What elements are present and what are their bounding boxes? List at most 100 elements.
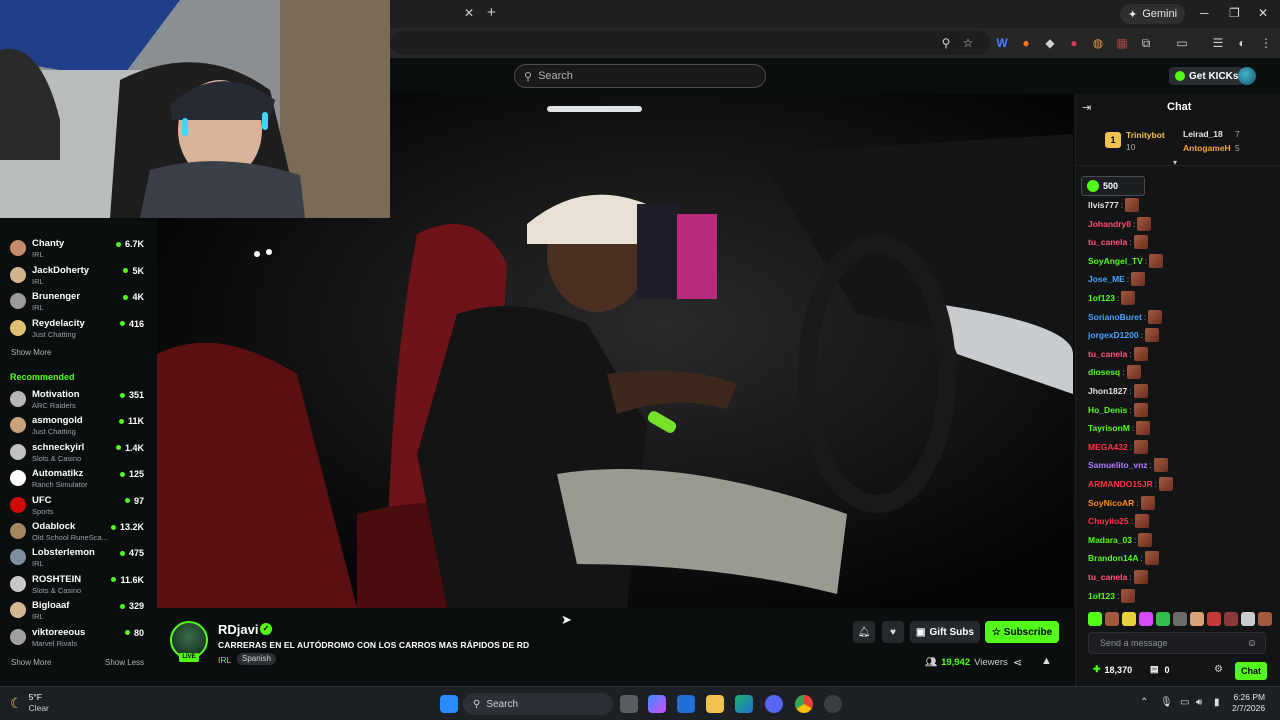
leaderboard-user[interactable]: AntogameH	[1183, 143, 1231, 153]
emote-icon[interactable]	[1241, 612, 1255, 626]
taskbar-search[interactable]: ⚲ Search	[463, 693, 613, 715]
show-less-button[interactable]: Show Less	[105, 658, 144, 667]
chat-username[interactable]: Chuyllo25	[1088, 516, 1129, 526]
channel-points[interactable]: ▤ 0	[1150, 664, 1170, 675]
window-close-button[interactable]: ✕	[1258, 6, 1268, 20]
emote-icon[interactable]	[1139, 612, 1153, 626]
chat-message[interactable]: 1of123:	[1088, 588, 1136, 604]
sidebar-channel-item[interactable]: Chanty IRL 6.7K	[10, 238, 148, 264]
weather-widget[interactable]: ☾ 5°F Clear	[10, 692, 49, 714]
chat-username[interactable]: tu_canela	[1088, 237, 1127, 247]
chat-username[interactable]: Samuelito_vnz	[1088, 460, 1148, 470]
chat-message[interactable]: tu_canela:	[1088, 234, 1148, 250]
volume-icon[interactable]: 🔊︎	[1196, 697, 1202, 708]
get-kicks-button[interactable]: Get KICKs	[1169, 67, 1245, 85]
extension-icon[interactable]: W	[992, 33, 1012, 53]
chat-message[interactable]: Chuyllo25:	[1088, 513, 1149, 529]
chat-username[interactable]: tu_canela	[1088, 572, 1127, 582]
sidebar-channel-item[interactable]: UFC Sports 97	[10, 495, 148, 521]
chat-username[interactable]: SorianoBuret	[1088, 312, 1142, 322]
sidebar-channel-item[interactable]: Bigloaaf IRL 329	[10, 600, 148, 626]
minimize-button[interactable]: ─	[1200, 6, 1209, 20]
chat-username[interactable]: llvis777	[1088, 200, 1119, 210]
extension-icon[interactable]: ●	[1016, 33, 1036, 53]
chat-username[interactable]: Johandry8	[1088, 219, 1131, 229]
search-input[interactable]: ⚲ Search	[514, 64, 766, 88]
bookmark-star-icon[interactable]: ☆	[958, 33, 978, 53]
chat-message[interactable]: SoyAngel_TV:	[1088, 253, 1164, 269]
maximize-button[interactable]: ❐	[1229, 6, 1240, 20]
extensions-puzzle-icon[interactable]: ⧉	[1136, 33, 1156, 53]
tray-overflow-icon[interactable]: ⌃	[1140, 697, 1148, 708]
discord-icon[interactable]	[765, 695, 783, 713]
sidebar-channel-item[interactable]: Reydelacity Just Chatting 416	[10, 318, 148, 344]
emote-icon[interactable]	[1258, 612, 1272, 626]
kicks-balance[interactable]: ✚ 18,370	[1093, 664, 1132, 675]
notification-bell-button[interactable]: 🔔︎	[853, 621, 875, 643]
leaderboard-user[interactable]: Leirad_18	[1183, 129, 1223, 139]
chat-message[interactable]: 1of123:	[1088, 290, 1136, 306]
chat-username[interactable]: 1of123	[1088, 591, 1115, 601]
show-more-button[interactable]: Show More	[11, 658, 51, 667]
collapse-chat-icon[interactable]: ⇥	[1082, 101, 1091, 114]
chat-message[interactable]: Ho_Denis:	[1088, 402, 1148, 418]
taskbar-clock[interactable]: 6:26 PM 2/7/2026	[1232, 692, 1265, 714]
new-tab-button[interactable]: +	[487, 4, 496, 21]
report-warning-icon[interactable]: ▲	[1041, 655, 1052, 667]
stream-language-tag[interactable]: Spanish	[237, 653, 276, 665]
sidebar-channel-item[interactable]: schneckyirl Slots & Casino 1.4K	[10, 442, 148, 468]
emote-icon[interactable]	[1088, 612, 1102, 626]
chat-message[interactable]: ARMANDO15JR:	[1088, 476, 1174, 492]
sidebar-channel-item[interactable]: asmongold Just Chatting 11K	[10, 415, 148, 441]
sidebar-channel-item[interactable]: JackDoherty IRL 5K	[10, 265, 148, 291]
profile-avatar-icon[interactable]: ◐	[1232, 33, 1252, 53]
address-bar[interactable]	[390, 31, 990, 55]
chat-username[interactable]: tu_canela	[1088, 349, 1127, 359]
share-icon[interactable]: ⋖	[1013, 656, 1022, 669]
network-icon[interactable]: ▭	[1180, 697, 1189, 708]
chat-settings-gear-icon[interactable]: ⚙	[1214, 664, 1223, 675]
emote-icon[interactable]	[1173, 612, 1187, 626]
battery-icon[interactable]: ▮	[1214, 697, 1220, 708]
edge-icon[interactable]	[735, 695, 753, 713]
chat-message[interactable]: MEGA432:	[1088, 439, 1149, 455]
chat-username[interactable]: SoyAngel_TV	[1088, 256, 1143, 266]
emote-icon[interactable]	[1224, 612, 1238, 626]
sidebar-channel-item[interactable]: Lobsterlemon IRL 475	[10, 547, 148, 573]
chat-username[interactable]: MEGA432	[1088, 442, 1128, 452]
gift-subs-button[interactable]: ▣ Gift Subs	[910, 621, 980, 643]
chat-message[interactable]: Samuelito_vnz:	[1088, 457, 1168, 473]
chat-message[interactable]: Jhon1827:	[1088, 383, 1148, 399]
obs-icon[interactable]	[824, 695, 842, 713]
show-more-button[interactable]: Show More	[11, 348, 51, 357]
chat-username[interactable]: Ho_Denis	[1088, 405, 1127, 415]
gemini-button[interactable]: ✦ Gemini	[1120, 4, 1186, 24]
subscribe-button[interactable]: ☆ Subscribe	[985, 621, 1059, 643]
extension-icon[interactable]: ▦	[1112, 33, 1132, 53]
extension-icon[interactable]: ◆	[1040, 33, 1060, 53]
chrome-icon[interactable]	[795, 695, 813, 713]
chat-username[interactable]: SoyNicoAR	[1088, 498, 1134, 508]
windows-start-icon[interactable]	[440, 695, 458, 713]
follow-heart-button[interactable]: ♥	[882, 621, 904, 643]
task-view-icon[interactable]	[620, 695, 638, 713]
emote-icon[interactable]	[1105, 612, 1119, 626]
chat-username[interactable]: Brandon14A	[1088, 553, 1139, 563]
chat-message[interactable]: Brandon14A:	[1088, 550, 1159, 566]
extension-icon[interactable]: ●	[1064, 33, 1084, 53]
copilot-icon[interactable]	[648, 695, 666, 713]
chat-message[interactable]: llvis777:	[1088, 197, 1140, 213]
chat-message[interactable]: Jose_ME:	[1088, 271, 1146, 287]
zoom-icon[interactable]: ⚲	[936, 33, 956, 53]
chat-message[interactable]: tu_canela:	[1088, 569, 1148, 585]
chat-username[interactable]: Jose_ME	[1088, 274, 1125, 284]
chat-message[interactable]: Johandry8:	[1088, 216, 1152, 232]
reading-list-icon[interactable]: ☰	[1208, 33, 1228, 53]
sidebar-channel-item[interactable]: Automatikz Ranch Simulator 125	[10, 468, 148, 494]
file-explorer-icon[interactable]	[706, 695, 724, 713]
stream-category[interactable]: IRL	[218, 655, 231, 665]
chat-username[interactable]: jorgexD1200	[1088, 330, 1139, 340]
sidebar-channel-item[interactable]: ROSHTEIN Slots & Casino 11.6K	[10, 574, 148, 600]
chat-message[interactable]: SorianoBuret:	[1088, 309, 1163, 325]
chat-message[interactable]: TayrisonM:	[1088, 420, 1151, 436]
